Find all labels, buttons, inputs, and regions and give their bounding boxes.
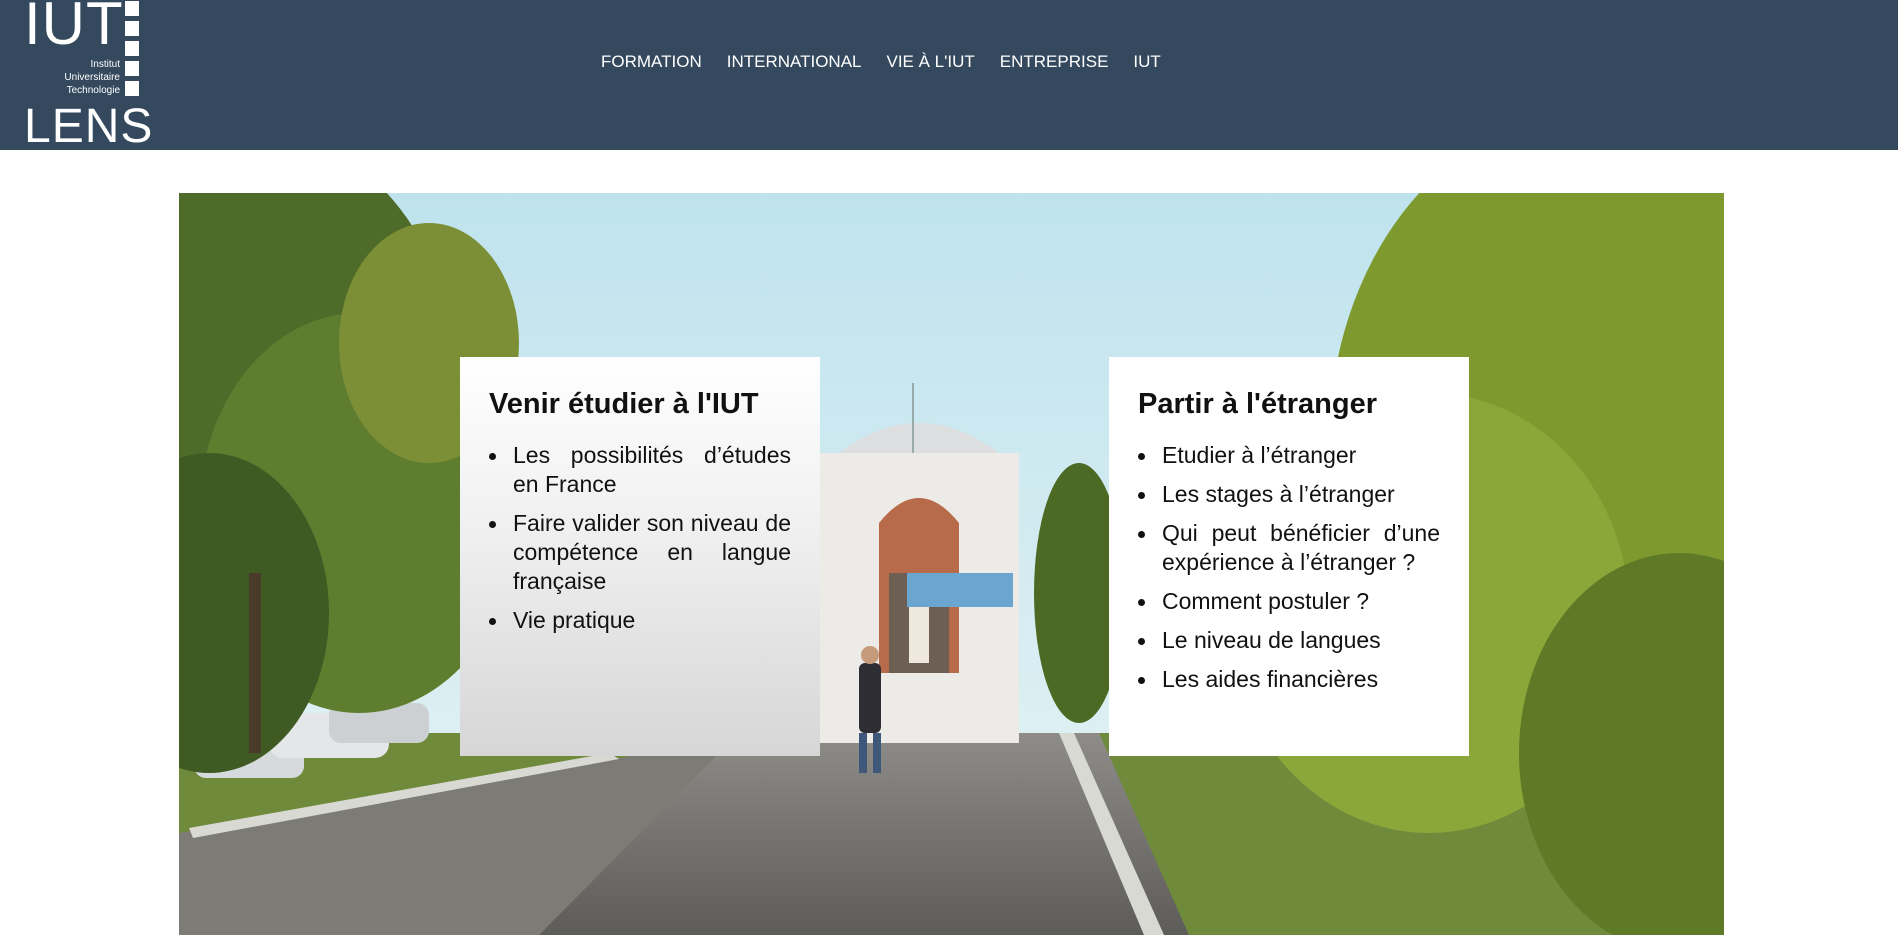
logo-subtitle: Institut Universitaire Technologie	[64, 58, 120, 97]
hero-section: Venir étudier à l'IUT Les possibilités d…	[179, 193, 1724, 935]
logo-iut-text: IUT	[24, 0, 124, 57]
link-etudier-etranger[interactable]: Etudier à l’étranger	[1138, 441, 1440, 470]
card-venir-etudier: Venir étudier à l'IUT Les possibilités d…	[460, 357, 820, 756]
link-comment-postuler[interactable]: Comment postuler ?	[1138, 587, 1440, 616]
main-nav: FORMATION INTERNATIONAL VIE À L'IUT ENTR…	[601, 52, 1186, 72]
iut-lens-logo[interactable]: IUT Institut Universitaire Technologie L…	[24, 0, 152, 151]
site-header: IUT Institut Universitaire Technologie L…	[0, 0, 1898, 151]
link-vie-pratique[interactable]: Vie pratique	[489, 606, 791, 635]
link-stages-etranger[interactable]: Les stages à l’étranger	[1138, 480, 1440, 509]
logo-sub-line: Institut	[90, 59, 120, 70]
nav-iut[interactable]: IUT	[1133, 52, 1160, 72]
nav-vie-iut[interactable]: VIE À L'IUT	[887, 52, 975, 72]
logo-sub-line: Universitaire	[64, 72, 120, 83]
link-qui-peut-beneficier[interactable]: Qui peut bénéficier d’une expérience à l…	[1138, 519, 1440, 577]
card-partir-etranger: Partir à l'étranger Etudier à l’étranger…	[1109, 357, 1469, 756]
nav-international[interactable]: INTERNATIONAL	[727, 52, 862, 72]
logo-bars-icon	[125, 1, 139, 98]
nav-formation[interactable]: FORMATION	[601, 52, 702, 72]
card-link-list: Etudier à l’étranger Les stages à l’étra…	[1138, 441, 1440, 694]
link-possibilites-etudes[interactable]: Les possibilités d’études en France	[489, 441, 791, 499]
link-niveau-langues[interactable]: Le niveau de langues	[1138, 626, 1440, 655]
card-link-list: Les possibilités d’études en France Fair…	[489, 441, 791, 635]
link-aides-financieres[interactable]: Les aides financières	[1138, 665, 1440, 694]
nav-entreprise[interactable]: ENTREPRISE	[1000, 52, 1109, 72]
logo-sub-line: Technologie	[66, 85, 120, 96]
campus-photo	[179, 193, 1724, 935]
card-title: Partir à l'étranger	[1138, 388, 1377, 420]
link-valider-niveau-langue[interactable]: Faire valider son niveau de compétence e…	[489, 509, 791, 596]
logo-lens-text: LENS	[24, 100, 154, 153]
card-title: Venir étudier à l'IUT	[489, 388, 759, 420]
